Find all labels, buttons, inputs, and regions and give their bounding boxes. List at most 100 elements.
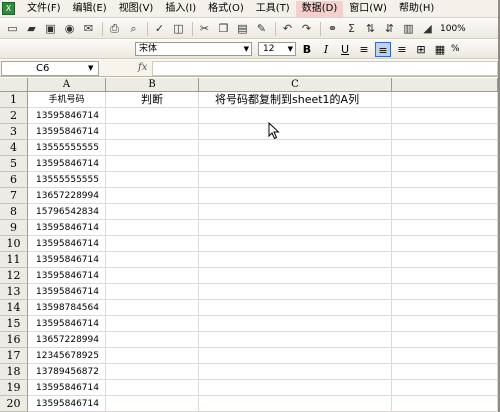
column-header-c[interactable]: C [199,78,392,92]
percent-style-button[interactable]: % [451,44,460,54]
print-icon[interactable]: ⎙ [106,21,123,37]
cell-phone-number[interactable]: 13598784564 [28,300,106,316]
cell[interactable] [106,396,199,412]
menu-format[interactable]: 格式(O) [202,1,250,17]
cell[interactable] [199,332,392,348]
cell[interactable] [106,284,199,300]
row-header[interactable]: 17 [0,348,28,364]
cell[interactable] [392,204,498,220]
insert-function-icon[interactable]: fx [138,61,147,75]
row-header[interactable]: 1 [0,92,28,108]
autosum-icon[interactable]: Σ [343,21,360,37]
cell[interactable] [106,140,199,156]
menu-tools[interactable]: 工具(T) [250,1,296,17]
email-icon[interactable]: ✉ [80,21,97,37]
cell[interactable] [392,316,498,332]
cell-phone-number[interactable]: 13595846714 [28,316,106,332]
formula-input[interactable] [152,61,498,76]
currency-icon[interactable]: ▦ [432,42,448,57]
italic-button[interactable]: I [318,42,334,57]
hyperlink-icon[interactable]: ⚭ [324,21,341,37]
sort-ascending-icon[interactable]: ⇅ [362,21,379,37]
cell[interactable] [106,316,199,332]
cell[interactable] [392,300,498,316]
column-header-d[interactable] [392,78,498,92]
cell-phone-number[interactable]: 13657228994 [28,188,106,204]
research-icon[interactable]: ◫ [170,21,187,37]
cell[interactable] [106,220,199,236]
row-header[interactable]: 19 [0,380,28,396]
cell[interactable] [199,268,392,284]
cell-phone-number[interactable]: 13789456872 [28,364,106,380]
cell-phone-number[interactable]: 13595846714 [28,284,106,300]
save-icon[interactable]: ▣ [42,21,59,37]
cell-phone-number[interactable]: 13595846714 [28,396,106,412]
cell[interactable] [392,364,498,380]
menu-insert[interactable]: 插入(I) [159,1,202,17]
cell[interactable] [106,252,199,268]
row-header[interactable]: 20 [0,396,28,412]
cell[interactable] [199,140,392,156]
cell[interactable] [106,204,199,220]
cell[interactable] [392,220,498,236]
cell-header-judge[interactable]: 判断 [106,92,199,108]
cell[interactable] [199,124,392,140]
cell[interactable] [392,332,498,348]
align-center-icon[interactable]: ≡ [375,41,391,57]
open-icon[interactable]: ▰ [23,21,40,37]
menu-view[interactable]: 视图(V) [113,1,160,17]
cell[interactable] [106,268,199,284]
cut-icon[interactable]: ✂ [196,21,213,37]
cell[interactable] [392,92,498,108]
chevron-down-icon[interactable]: ▼ [244,43,249,55]
undo-icon[interactable]: ↶ [279,21,296,37]
row-header[interactable]: 5 [0,156,28,172]
cell[interactable] [392,396,498,412]
cell[interactable] [199,396,392,412]
cell[interactable] [106,108,199,124]
cell[interactable] [199,300,392,316]
cell[interactable] [199,108,392,124]
cell[interactable] [392,252,498,268]
menu-data[interactable]: 数据(D) [295,0,344,17]
new-icon[interactable]: ▭ [4,21,21,37]
cell-phone-number[interactable]: 13657228994 [28,332,106,348]
column-header-b[interactable]: B [106,78,199,92]
cell[interactable] [392,108,498,124]
cell-phone-number[interactable]: 13595846714 [28,252,106,268]
cell[interactable] [199,316,392,332]
row-header[interactable]: 16 [0,332,28,348]
format-painter-icon[interactable]: ✎ [253,21,270,37]
cell-phone-number[interactable]: 13595846714 [28,124,106,140]
chevron-down-icon[interactable]: ▼ [288,43,293,55]
menu-window[interactable]: 窗口(W) [343,1,393,17]
row-header[interactable]: 14 [0,300,28,316]
row-header[interactable]: 10 [0,236,28,252]
row-header[interactable]: 12 [0,268,28,284]
cell[interactable] [106,332,199,348]
cell[interactable] [106,236,199,252]
cell[interactable] [392,172,498,188]
row-header[interactable]: 18 [0,364,28,380]
cell[interactable] [392,268,498,284]
select-all-corner[interactable] [0,78,28,92]
cell[interactable] [392,156,498,172]
zoom-level[interactable]: 100% [440,24,466,34]
cell[interactable] [199,284,392,300]
spelling-icon[interactable]: ✓ [151,21,168,37]
cell[interactable] [106,348,199,364]
cell-phone-number[interactable]: 13595846714 [28,108,106,124]
cell[interactable] [106,188,199,204]
menu-edit[interactable]: 编辑(E) [67,1,113,17]
font-name-select[interactable]: 宋体 ▼ [135,42,252,56]
align-left-icon[interactable]: ≡ [356,42,372,57]
row-header[interactable]: 2 [0,108,28,124]
chevron-down-icon[interactable]: ▼ [88,62,93,75]
row-header[interactable]: 7 [0,188,28,204]
print-preview-icon[interactable]: ⌕ [125,21,142,37]
cell[interactable] [199,188,392,204]
cell-phone-number[interactable]: 13595846714 [28,220,106,236]
row-header[interactable]: 13 [0,284,28,300]
drawing-icon[interactable]: ◢ [419,21,436,37]
menu-file[interactable]: 文件(F) [21,1,67,17]
